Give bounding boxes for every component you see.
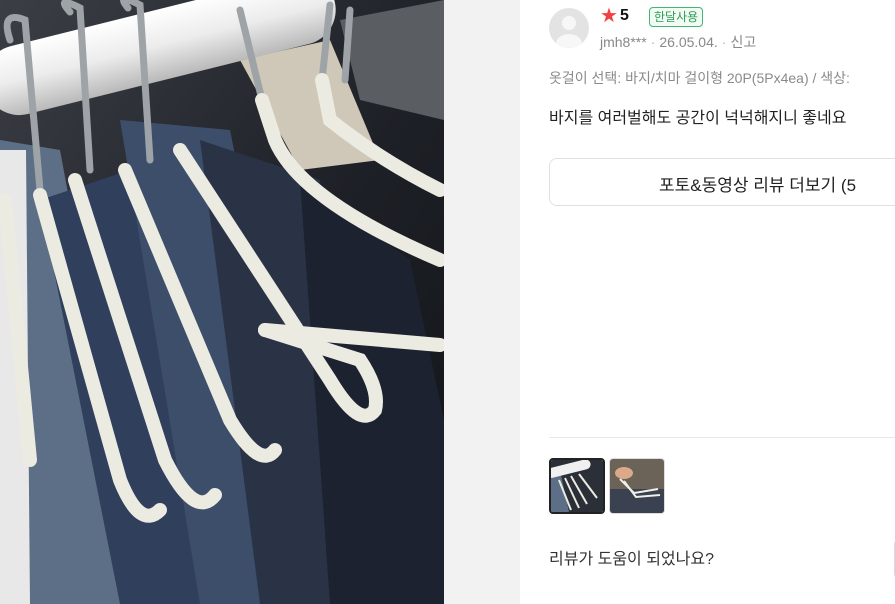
star-icon: ★ [600,5,618,27]
review-thumbnail-2[interactable] [609,458,665,514]
more-photo-reviews-label: 포토&동영상 리뷰 더보기 (5 [659,176,857,195]
separator-dot: · [650,34,656,50]
review-date: 26.05.04. [659,34,718,50]
review-meta: jmh8*** · 26.05.04. · 신고 [600,32,756,52]
helpful-question: 리뷰가 도움이 되었나요? [549,551,714,568]
divider [549,437,895,438]
review-photo-viewer [0,0,520,604]
review-item: ★ 5 한달사용 jmh8*** · 26.05.04. · 신고 옷걸이 선택: 바지… [549,0,895,604]
review-author: jmh8*** [600,34,647,50]
rating-value: 5 [619,7,629,24]
usage-badge: 한달사용 [649,7,704,27]
review-rating: ★ 5 [600,5,629,27]
review-thumbnail-1[interactable] [549,458,605,514]
more-photo-reviews-button[interactable]: 포토&동영상 리뷰 더보기 (5 [549,158,895,206]
report-link[interactable]: 신고 [730,34,756,50]
purchase-option: 옷걸이 선택: 바지/치마 걸이형 20P(5Px4ea) / 색상: [549,70,850,86]
review-photo[interactable] [0,0,444,604]
review-text: 바지를 여러벌해도 공간이 넉넉해지니 좋네요 [549,110,847,127]
default-avatar-icon [549,8,589,48]
separator-dot: · [721,34,727,50]
